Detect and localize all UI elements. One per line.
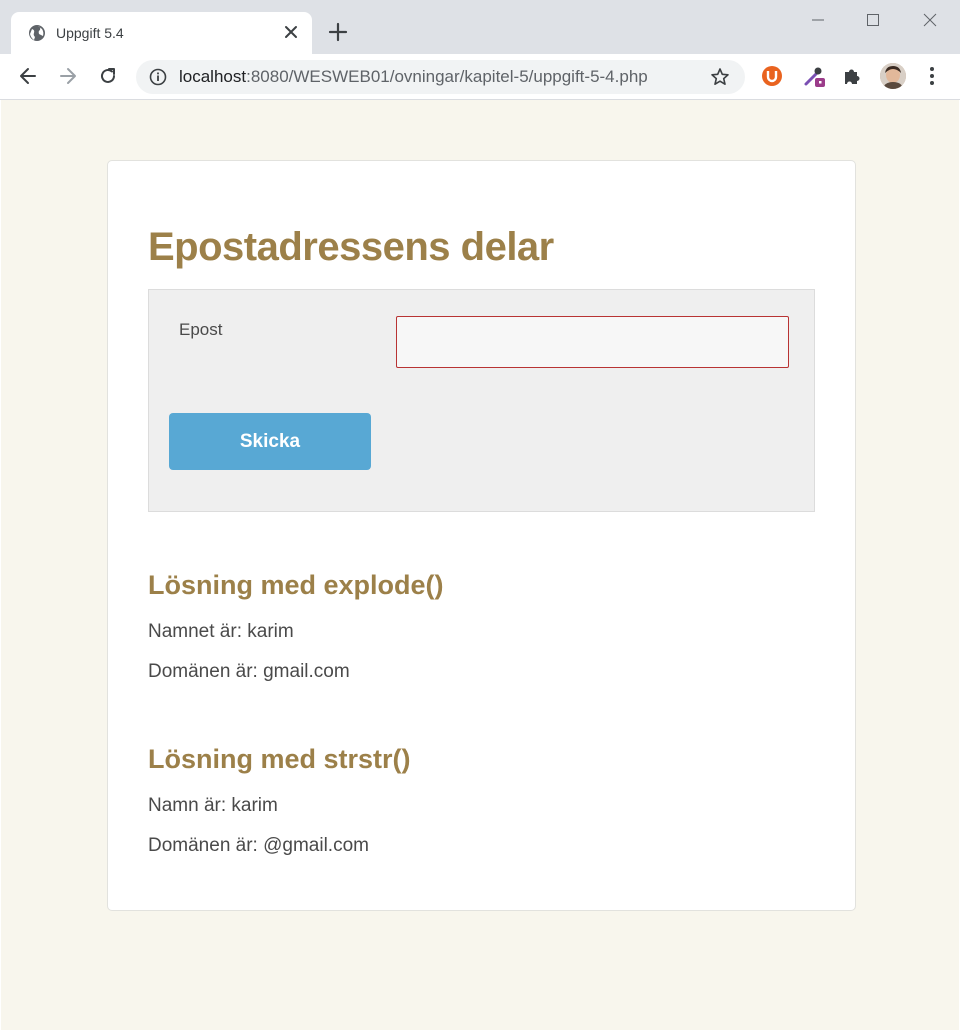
page-viewport: Epostadressens delar Epost Skicka Lösnin… <box>1 100 959 1030</box>
puzzle-icon[interactable] <box>841 65 863 87</box>
minimize-icon[interactable] <box>807 9 829 31</box>
ublock-extension-icon[interactable] <box>761 65 783 87</box>
avatar-image <box>880 63 906 89</box>
color-picker-extension-icon[interactable] <box>803 65 825 87</box>
maximize-icon[interactable] <box>862 9 884 31</box>
url-text: localhost:8080/WESWEB01/ovningar/kapitel… <box>179 68 648 86</box>
email-form: Epost Skicka <box>148 289 815 512</box>
url-path: :8080/WESWEB01/ovningar/kapitel-5/uppgif… <box>246 67 648 86</box>
explode-domain-text: Domänen är: gmail.com <box>148 661 350 682</box>
tab-title: Uppgift 5.4 <box>56 25 124 41</box>
globe-icon <box>29 25 45 41</box>
reload-icon[interactable] <box>97 65 119 87</box>
more-vert-icon[interactable] <box>922 65 942 87</box>
plus-icon[interactable] <box>328 22 348 42</box>
url-host: localhost <box>179 67 247 86</box>
strstr-heading: Lösning med strstr() <box>148 744 411 774</box>
window-close-icon[interactable] <box>919 9 941 31</box>
browser-titlebar: Uppgift 5.4 <box>0 0 960 54</box>
browser-tab[interactable]: Uppgift 5.4 <box>11 12 312 54</box>
explode-heading: Lösning med explode() <box>148 570 444 600</box>
close-icon[interactable] <box>283 24 299 40</box>
explode-name-text: Namnet är: karim <box>148 621 294 642</box>
email-field[interactable] <box>396 316 789 368</box>
back-arrow-icon[interactable] <box>17 65 39 87</box>
strstr-name-text: Namn är: karim <box>148 795 278 816</box>
submit-button[interactable]: Skicka <box>169 413 371 470</box>
email-label: Epost <box>179 320 223 339</box>
strstr-domain-text: Domänen är: @gmail.com <box>148 835 369 856</box>
browser-toolbar: localhost:8080/WESWEB01/ovningar/kapitel… <box>0 54 960 100</box>
info-icon[interactable] <box>149 68 167 86</box>
forward-arrow-icon[interactable] <box>57 65 79 87</box>
page-title: Epostadressens delar <box>148 225 554 269</box>
address-bar[interactable]: localhost:8080/WESWEB01/ovningar/kapitel… <box>136 60 745 94</box>
star-icon[interactable] <box>710 67 730 87</box>
avatar[interactable] <box>880 63 906 89</box>
content-card: Epostadressens delar Epost Skicka Lösnin… <box>107 160 856 911</box>
